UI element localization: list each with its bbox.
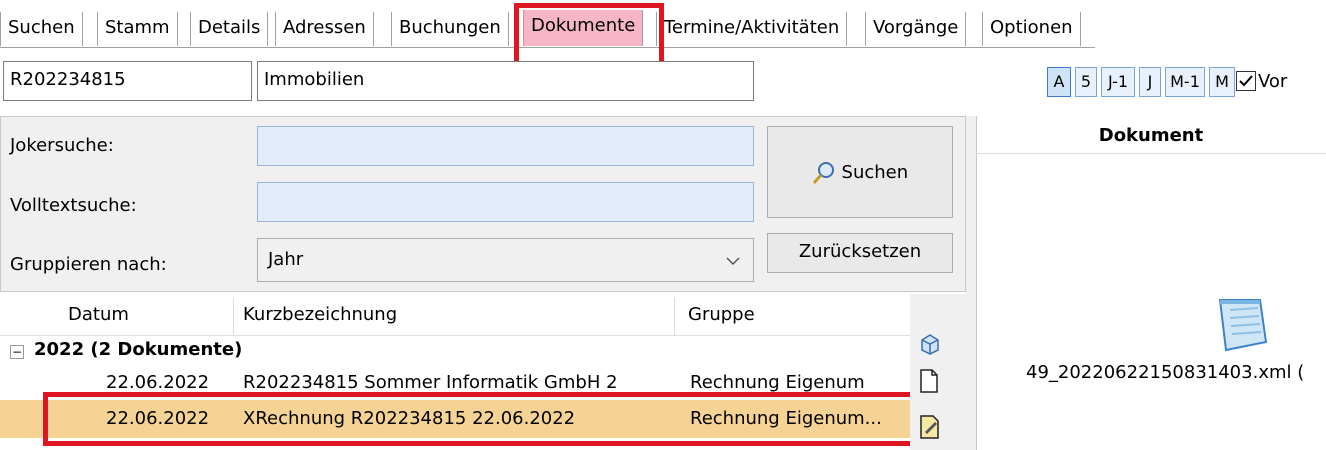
tab-stamm[interactable]: Stamm [97, 12, 178, 46]
record-number-field[interactable]: R202234815 [3, 61, 252, 101]
period-button-5[interactable]: 5 [1075, 67, 1097, 97]
period-button-m[interactable]: M [1209, 67, 1235, 97]
chevron-down-icon [725, 239, 741, 281]
tab-details[interactable]: Details [190, 12, 269, 46]
search-button-label: Suchen [841, 162, 909, 183]
document-filename[interactable]: 49_20220622150831403.xml ( [1026, 362, 1304, 383]
selected-row-highlight [43, 392, 919, 446]
table-header: Datum Kurzbezeichnung Gruppe [0, 298, 910, 336]
magnifier-icon [812, 162, 834, 184]
column-header-gruppe[interactable]: Gruppe [688, 304, 755, 325]
period-button-m-1[interactable]: M-1 [1165, 67, 1205, 97]
tab-vorgaenge[interactable]: Vorgänge [865, 12, 967, 46]
record-name-field[interactable]: Immobilien [257, 61, 754, 101]
preview-panel [976, 116, 1326, 450]
search-button[interactable]: Suchen [767, 126, 953, 218]
edit-document-icon[interactable] [918, 414, 942, 445]
period-button-a[interactable]: A [1047, 67, 1071, 97]
joker-label: Jokersuche: [10, 135, 114, 156]
column-header-kurzbezeichnung[interactable]: Kurzbezeichnung [243, 304, 397, 325]
period-button-j[interactable]: J [1139, 67, 1161, 97]
column-header-datum[interactable]: Datum [68, 304, 129, 325]
active-tab-highlight [514, 3, 664, 69]
group-header: 2022 (2 Dokumente) [34, 339, 243, 360]
tab-suchen[interactable]: Suchen [0, 12, 83, 46]
period-button-j-1[interactable]: J-1 [1101, 67, 1135, 97]
tab-adressen[interactable]: Adressen [275, 12, 374, 46]
volltext-label: Volltextsuche: [10, 195, 137, 216]
checkmark-icon [1239, 75, 1253, 87]
reset-button[interactable]: Zurücksetzen [767, 233, 953, 273]
column-divider [233, 298, 234, 336]
vor-checkbox[interactable] [1236, 71, 1256, 91]
tab-optionen[interactable]: Optionen [982, 12, 1081, 46]
row-title: R202234815 Sommer Informatik GmbH 2 [243, 372, 618, 393]
column-divider [674, 298, 675, 336]
group-by-select[interactable]: Jahr [257, 238, 754, 282]
row-group: Rechnung Eigenum [690, 372, 865, 393]
row-date: 22.06.2022 [106, 372, 210, 393]
cube-icon[interactable] [918, 332, 942, 361]
notepad-icon[interactable] [1208, 296, 1270, 359]
group-by-value: Jahr [268, 249, 304, 270]
tab-termine[interactable]: Termine/Aktivitäten [656, 12, 848, 46]
joker-search-input[interactable] [257, 126, 754, 166]
tab-buchungen[interactable]: Buchungen [391, 12, 509, 46]
group-by-label: Gruppieren nach: [10, 254, 167, 275]
preview-header: Dokument [976, 120, 1326, 154]
new-document-icon[interactable] [918, 368, 940, 399]
vor-checkbox-label: Vor [1258, 71, 1288, 92]
fulltext-search-input[interactable] [257, 182, 754, 222]
collapse-icon[interactable]: − [10, 345, 24, 359]
